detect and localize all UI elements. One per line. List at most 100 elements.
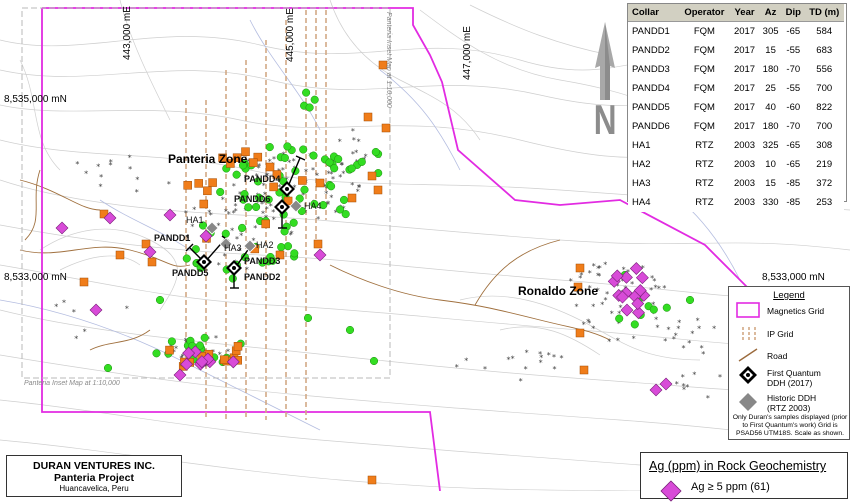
cross-marker: * [62, 298, 66, 307]
orange-sample [147, 257, 157, 267]
cross-marker: * [667, 325, 671, 334]
orange-sample [363, 112, 373, 122]
legend-hist-label-2: (RTZ 2003) [767, 403, 811, 413]
cross-marker: * [656, 323, 660, 332]
cross-marker: * [607, 338, 611, 347]
green-sample [216, 187, 225, 197]
green-sample [290, 249, 299, 258]
orange-sample [115, 250, 125, 260]
collar-cell: 2003 [733, 178, 756, 189]
cross-marker: * [649, 286, 653, 295]
ddh-center [285, 187, 289, 191]
cross-marker: * [356, 187, 360, 196]
collar-cell: -65 [786, 26, 801, 37]
green-sample [649, 305, 658, 314]
green-sample [200, 333, 209, 342]
collar-cell: -65 [786, 140, 801, 151]
green-sample [283, 142, 292, 151]
easting-label-443000: 443,000 mE [122, 6, 133, 60]
collar-cell: 556 [816, 64, 833, 75]
green-sample [103, 363, 113, 373]
cross-marker: * [135, 188, 139, 197]
cross-marker: * [675, 380, 679, 389]
cross-marker: * [483, 365, 487, 374]
green-sample [232, 170, 241, 179]
green-sample [244, 203, 253, 212]
collar-row: PANDD6 FQM 2017 180 -70 700 [628, 117, 844, 136]
green-sample [334, 155, 343, 164]
cross-marker: * [553, 365, 557, 374]
legend-note: Only Duran's samples displayed (prior to… [732, 414, 848, 437]
orange-sample [367, 171, 377, 181]
cross-marker: * [327, 170, 331, 179]
collar-cell: HA3 [632, 178, 651, 189]
hole-label-pandd1: PANDD1 [154, 233, 191, 243]
cross-marker: * [54, 302, 58, 311]
collar-cell: 2003 [733, 159, 756, 170]
cross-marker: * [672, 335, 676, 344]
cross-marker: * [616, 337, 620, 346]
cross-marker: * [83, 328, 87, 337]
orange-sample [315, 178, 325, 188]
orange-sample [261, 219, 270, 229]
cross-marker: * [290, 229, 294, 238]
northing-label-8533000-left: 8,533,000 mN [4, 272, 67, 283]
cross-marker: * [223, 252, 227, 261]
green-sample [309, 151, 318, 160]
cross-marker: * [99, 173, 103, 182]
collar-cell: FQM [693, 83, 715, 94]
cross-marker: * [552, 353, 556, 362]
easting-label-447000: 447,000 mE [462, 26, 473, 80]
orange-sample [199, 199, 209, 209]
collar-cell: 15 [765, 45, 776, 56]
green-sample [302, 88, 311, 97]
first-quantum-ddh-swatch-dot [746, 373, 750, 377]
cross-marker: * [697, 324, 701, 333]
orange-sample [575, 263, 585, 273]
orange-sample [183, 181, 192, 190]
cross-marker: * [524, 365, 528, 374]
cross-marker: * [351, 127, 355, 136]
cross-marker: * [692, 370, 696, 379]
northing-label-8533000-right: 8,533,000 mN [762, 272, 825, 283]
inset-label-top: Panteria Inset Map at 1:10,000 [385, 12, 392, 108]
green-sample [280, 227, 289, 236]
cross-marker: * [662, 284, 666, 293]
green-sample [325, 158, 334, 167]
cross-marker: * [455, 363, 459, 372]
green-sample [289, 218, 298, 227]
collar-cell: PANDD1 [632, 26, 670, 37]
collar-cell: 2017 [733, 64, 756, 75]
collar-row: PANDD1 FQM 2017 305 -65 584 [628, 22, 844, 42]
green-sample [345, 325, 355, 335]
cross-marker: * [582, 321, 586, 330]
orange-sample [373, 185, 383, 195]
green-sample [152, 349, 161, 358]
collar-cell: RTZ [695, 159, 714, 170]
cross-marker: * [591, 324, 595, 333]
cross-marker: * [511, 355, 515, 364]
hole-label-ha4: HA4 [304, 201, 322, 211]
green-sample [341, 210, 350, 219]
collar-cell: 584 [816, 26, 833, 37]
roads [19, 169, 611, 351]
orange-sample [313, 239, 323, 249]
green-sample [299, 145, 308, 154]
cross-marker: * [605, 290, 609, 299]
orange-sample [79, 277, 89, 287]
cross-marker: * [597, 272, 601, 281]
collar-cell: 308 [816, 140, 833, 151]
green-sample [662, 303, 671, 312]
legend-fq-label-1: First Quantum [767, 368, 821, 378]
cross-marker: * [560, 354, 564, 363]
project-location: Huancavelica, Peru [59, 484, 129, 493]
cross-marker: * [135, 175, 139, 184]
collar-cell: 180 [762, 64, 779, 75]
hole-label-ha2: HA2 [256, 240, 274, 250]
orange-sample [220, 355, 229, 364]
road-swatch [738, 348, 758, 362]
magenta-sample [173, 368, 187, 382]
collar-cell: 2003 [733, 140, 756, 151]
cross-marker: * [681, 373, 685, 382]
cross-marker: * [128, 154, 132, 163]
